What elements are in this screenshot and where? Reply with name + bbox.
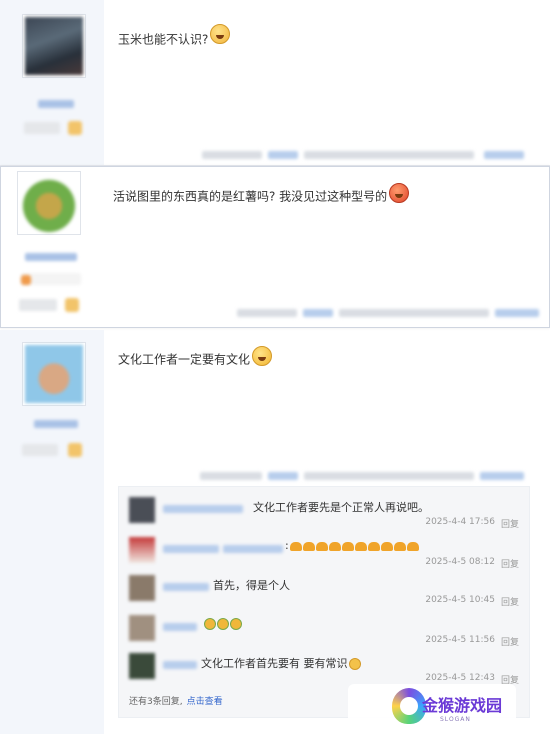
- user-level: [19, 299, 57, 311]
- sub-reply-item: 2025-4-5 11:56 回复: [129, 615, 519, 651]
- sub-reply-text: 首先，得是个人: [213, 579, 290, 592]
- avatar[interactable]: [22, 342, 86, 406]
- avatar[interactable]: [129, 653, 155, 679]
- user-level: [22, 444, 58, 456]
- watermark-slogan: SLOGAN: [440, 716, 471, 723]
- crying-emoji-icon: [230, 618, 242, 630]
- avatar[interactable]: [17, 171, 81, 235]
- author-name[interactable]: [25, 253, 77, 261]
- post-meta: [202, 151, 262, 159]
- sub-reply-author[interactable]: [163, 583, 209, 591]
- bicep-emoji-icon: [406, 541, 419, 551]
- sub-reply-button[interactable]: 回复: [501, 517, 519, 530]
- avatar[interactable]: [129, 537, 155, 563]
- bicep-emoji-icon: [393, 541, 406, 551]
- sub-reply-time: 2025-4-5 08:12: [425, 557, 495, 567]
- shock-face-emoji-icon: [210, 24, 231, 44]
- author-panel: [0, 330, 104, 734]
- monkey-logo-icon: [392, 688, 426, 724]
- reply-post: 玉米也能不认识?: [0, 0, 550, 166]
- post-text: 玉米也能不认识?: [118, 32, 209, 47]
- reply-post: 活说图里的东西真的是红薯吗? 我没见过这种型号的: [0, 166, 550, 328]
- sub-reply-author[interactable]: [163, 623, 197, 631]
- user-level: [24, 122, 60, 134]
- watermark-title: 金猴游戏园: [422, 696, 503, 715]
- sub-reply-text: [203, 617, 242, 630]
- avatar[interactable]: [129, 497, 155, 523]
- post-content: 文化工作者一定要有文化: [118, 346, 273, 370]
- more-replies: 还有3条回复, 点击查看: [129, 694, 223, 707]
- sub-reply-button[interactable]: 回复: [501, 595, 519, 608]
- sub-reply-text: 文化工作者要先是个正常人再说吧。: [253, 501, 429, 514]
- view-more-link[interactable]: 点击查看: [187, 697, 223, 707]
- sub-reply-item: 文化工作者要先是个正常人再说吧。 2025-4-4 17:56 回复: [129, 497, 519, 533]
- report-link[interactable]: [303, 309, 333, 317]
- sub-reply-time: 2025-4-4 17:56: [425, 517, 495, 527]
- post-text: 活说图里的东西真的是红薯吗? 我没见过这种型号的: [113, 189, 388, 204]
- sub-reply-author[interactable]: [163, 505, 243, 513]
- crying-emoji-icon: [204, 618, 216, 630]
- author-name[interactable]: [38, 100, 74, 108]
- post-content: 活说图里的东西真的是红薯吗? 我没见过这种型号的: [113, 183, 410, 207]
- bicep-emoji-icon: [367, 541, 380, 551]
- author-name[interactable]: [34, 420, 78, 428]
- post-meta: [200, 472, 262, 480]
- avatar[interactable]: [22, 14, 86, 78]
- avatar[interactable]: [129, 575, 155, 601]
- author-panel: [0, 0, 104, 165]
- angry-face-emoji-icon: [389, 183, 410, 203]
- site-watermark: 金猴游戏园 SLOGAN: [348, 684, 516, 734]
- sub-reply-author[interactable]: [223, 545, 283, 553]
- sub-reply-button[interactable]: 回复: [501, 557, 519, 570]
- report-link[interactable]: [268, 151, 298, 159]
- badge-icon: [68, 121, 82, 135]
- bicep-emoji-icon: [289, 541, 302, 551]
- bicep-emoji-icon: [328, 541, 341, 551]
- post-meta: [304, 151, 474, 159]
- sub-reply-text: :: [285, 539, 419, 552]
- grin-face-emoji-icon: [252, 346, 273, 366]
- bicep-emoji-icon: [354, 541, 367, 551]
- sub-reply-author[interactable]: [163, 545, 219, 553]
- report-link[interactable]: [268, 472, 298, 480]
- post-meta: [339, 309, 489, 317]
- badge-icon: [68, 443, 82, 457]
- badge-icon: [21, 275, 31, 285]
- sub-reply-button[interactable]: 回复: [501, 635, 519, 648]
- reply-button[interactable]: [480, 472, 524, 480]
- bicep-emoji-icon: [380, 541, 393, 551]
- reply-button[interactable]: [484, 151, 524, 159]
- reply-button[interactable]: [495, 309, 539, 317]
- sub-reply-author[interactable]: [163, 661, 197, 669]
- badge-icon: [65, 298, 79, 312]
- sub-reply-time: 2025-4-5 12:43: [425, 673, 495, 683]
- sub-reply-text: 文化工作者首先要有 要有常识: [201, 655, 361, 671]
- sub-reply-item: : 2025-4-5 08:12 回复: [129, 537, 519, 573]
- post-content: 玉米也能不认识?: [118, 24, 231, 50]
- crying-emoji-icon: [217, 618, 229, 630]
- post-text: 文化工作者一定要有文化: [118, 352, 251, 367]
- more-replies-text: 还有3条回复,: [129, 697, 183, 707]
- sub-reply-item: 首先，得是个人 2025-4-5 10:45 回复: [129, 575, 519, 611]
- bicep-emoji-icon: [315, 541, 328, 551]
- author-panel: [1, 167, 105, 327]
- avatar[interactable]: [129, 615, 155, 641]
- bicep-emoji-icon: [341, 541, 354, 551]
- sub-reply-time: 2025-4-5 11:56: [425, 635, 495, 645]
- post-meta: [304, 472, 474, 480]
- sub-reply-time: 2025-4-5 10:45: [425, 595, 495, 605]
- bicep-emoji-icon: [302, 541, 315, 551]
- post-meta: [237, 309, 297, 317]
- grin-emoji-icon: [348, 658, 361, 670]
